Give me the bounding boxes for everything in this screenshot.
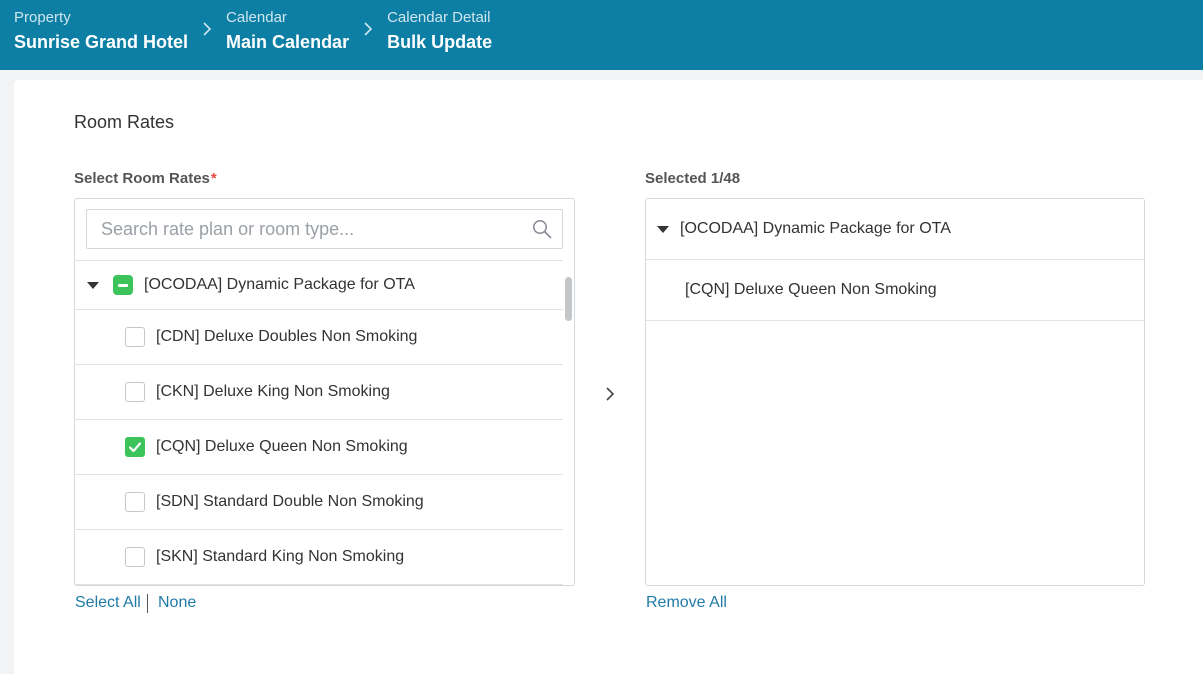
- minus-icon: [118, 283, 128, 287]
- selected-group-label: [OCODAA] Dynamic Package for OTA: [680, 220, 951, 237]
- selected-rates-panel: [OCODAA] Dynamic Package for OTA [CQN] D…: [645, 198, 1145, 586]
- selected-count-label: Selected 1/48: [645, 170, 741, 187]
- breadcrumb-label: Property: [14, 9, 71, 26]
- room-rate-row[interactable]: [CQN] Deluxe Queen Non Smoking: [75, 420, 563, 475]
- breadcrumb-value[interactable]: Main Calendar: [226, 27, 349, 57]
- breadcrumb-calendar-detail: Calendar Detail Bulk Update: [387, 9, 492, 57]
- top-header-bar: Property Sunrise Grand Hotel Calendar Ma…: [0, 0, 1203, 70]
- list-scrollbar[interactable]: [565, 277, 572, 321]
- room-rate-checkbox[interactable]: [125, 547, 145, 567]
- search-input[interactable]: [87, 210, 507, 248]
- chevron-right-icon: [349, 22, 387, 36]
- room-rate-checkbox[interactable]: [125, 492, 145, 512]
- breadcrumb-calendar[interactable]: Calendar Main Calendar: [226, 9, 349, 57]
- breadcrumb-value: Bulk Update: [387, 32, 493, 52]
- breadcrumb-label: Calendar: [226, 9, 287, 26]
- group-checkbox-partial[interactable]: [113, 275, 133, 295]
- select-all-link[interactable]: Select All: [75, 594, 141, 612]
- room-rate-row[interactable]: [SKN] Standard King Non Smoking: [75, 530, 563, 585]
- room-rate-checkbox[interactable]: [125, 382, 145, 402]
- room-rate-row[interactable]: [CDN] Deluxe Doubles Non Smoking: [75, 310, 563, 365]
- chevron-right-icon: [606, 387, 615, 401]
- room-rate-label: [CDN] Deluxe Doubles Non Smoking: [156, 328, 418, 345]
- breadcrumb-property[interactable]: Property Sunrise Grand Hotel: [14, 9, 188, 57]
- breadcrumb-value[interactable]: Sunrise Grand Hotel: [14, 27, 188, 57]
- room-rate-checkbox-checked[interactable]: [125, 437, 145, 457]
- selected-item-label: [CQN] Deluxe Queen Non Smoking: [685, 281, 937, 298]
- checkmark-icon: [128, 442, 142, 453]
- move-selected-button[interactable]: [600, 384, 620, 404]
- caret-down-icon[interactable]: [657, 225, 669, 233]
- selected-item-row[interactable]: [CQN] Deluxe Queen Non Smoking: [646, 260, 1144, 321]
- room-rate-label: [CQN] Deluxe Queen Non Smoking: [156, 438, 408, 455]
- room-rate-row[interactable]: [SDN] Standard Double Non Smoking: [75, 475, 563, 530]
- room-rate-checkbox[interactable]: [125, 327, 145, 347]
- select-room-rates-label: Select Room Rates*: [74, 170, 217, 187]
- selected-group-row[interactable]: [OCODAA] Dynamic Package for OTA: [646, 199, 1144, 260]
- room-rates-list-panel: [OCODAA] Dynamic Package for OTA [CDN] D…: [74, 198, 575, 586]
- room-rate-label: [SKN] Standard King Non Smoking: [156, 548, 405, 565]
- required-marker: *: [210, 170, 217, 187]
- room-rate-label: [CKN] Deluxe King Non Smoking: [156, 383, 390, 400]
- search-icon[interactable]: [532, 219, 552, 239]
- room-rate-row[interactable]: [CKN] Deluxe King Non Smoking: [75, 365, 563, 420]
- select-none-link[interactable]: None: [158, 594, 196, 612]
- caret-down-icon[interactable]: [87, 281, 99, 289]
- remove-all-link[interactable]: Remove All: [646, 594, 727, 612]
- rate-plan-group-row[interactable]: [OCODAA] Dynamic Package for OTA: [75, 260, 563, 310]
- breadcrumb-label: Calendar Detail: [387, 9, 491, 26]
- chevron-right-icon: [188, 22, 226, 36]
- room-rate-label: [SDN] Standard Double Non Smoking: [156, 493, 424, 510]
- link-separator: [147, 594, 148, 613]
- search-box: [86, 209, 563, 249]
- section-title: Room Rates: [74, 112, 175, 132]
- field-label-text: Select Room Rates: [74, 170, 210, 187]
- group-label: [OCODAA] Dynamic Package for OTA: [144, 276, 415, 293]
